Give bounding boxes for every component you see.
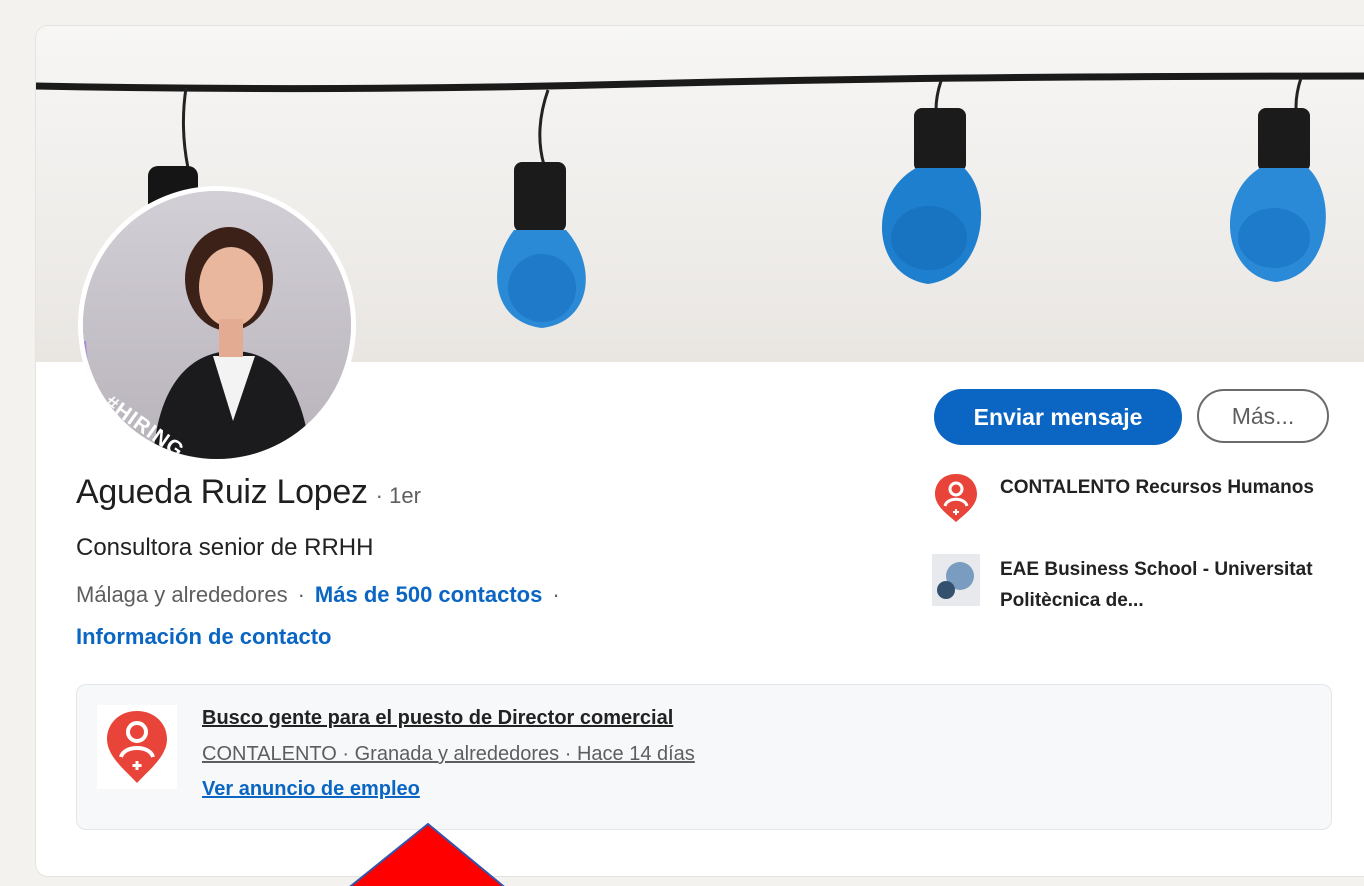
connections-link[interactable]: Más de 500 contactos	[315, 582, 542, 608]
view-job-link[interactable]: Ver anuncio de empleo	[202, 778, 420, 801]
separator: ·	[297, 582, 305, 607]
send-message-button[interactable]: Enviar mensaje	[934, 389, 1182, 445]
more-button[interactable]: Más...	[1197, 389, 1329, 443]
profile-card: #HIRING Agueda Ruiz Lopez · 1er Consulto…	[36, 26, 1364, 876]
profile-name: Agueda Ruiz Lopez	[76, 473, 368, 511]
profile-photo[interactable]: #HIRING	[78, 186, 356, 464]
connection-degree: · 1er	[375, 483, 421, 508]
contalento-logo-icon	[97, 705, 177, 789]
location-row: Málaga y alrededores · Más de 500 contac…	[76, 582, 570, 608]
job-posting-card[interactable]: Busco gente para el puesto de Director c…	[76, 684, 1332, 830]
profile-headline: Consultora senior de RRHH	[76, 534, 374, 561]
job-title-link[interactable]: Busco gente para el puesto de Director c…	[202, 707, 673, 730]
sidebar-item-label: CONTALENTO Recursos Humanos	[1000, 477, 1314, 498]
contalento-logo-icon	[935, 474, 977, 522]
sidebar-item-education[interactable]: EAE Business School - Universitat Politè…	[932, 554, 1340, 616]
contact-info-link[interactable]: Información de contacto	[76, 624, 331, 650]
name-row: Agueda Ruiz Lopez · 1er	[76, 473, 421, 512]
separator: ·	[552, 582, 560, 607]
job-subtitle[interactable]: CONTALENTO · Granada y alrededores · Hac…	[202, 743, 695, 766]
profile-location: Málaga y alrededores	[76, 582, 288, 607]
sidebar-item-company[interactable]: CONTALENTO Recursos Humanos	[932, 472, 1340, 524]
eae-logo-icon	[932, 554, 980, 606]
sidebar-item-label: EAE Business School - Universitat Politè…	[1000, 559, 1313, 611]
